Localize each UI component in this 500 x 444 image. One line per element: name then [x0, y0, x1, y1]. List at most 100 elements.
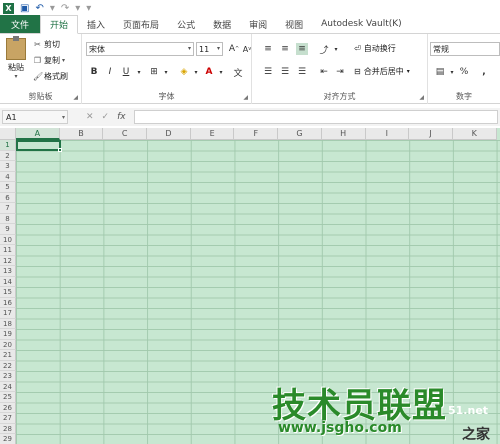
- borders-button[interactable]: ⊞: [148, 66, 160, 78]
- chevron-down-icon[interactable]: ▾: [62, 114, 65, 121]
- clipboard-launcher-icon[interactable]: ◢: [73, 94, 78, 101]
- row-header-26[interactable]: 26: [0, 402, 16, 413]
- row-header-14[interactable]: 14: [0, 276, 16, 287]
- column-header-c[interactable]: C: [103, 128, 148, 140]
- borders-dropdown-icon[interactable]: ▾: [160, 66, 172, 78]
- column-header-f[interactable]: F: [234, 128, 279, 140]
- column-header-i[interactable]: I: [365, 128, 410, 140]
- orientation-button[interactable]: ⤴: [318, 43, 330, 56]
- save-icon[interactable]: ▣: [20, 3, 29, 14]
- customize-qat-icon[interactable]: ▾: [86, 3, 91, 14]
- row-header-8[interactable]: 8: [0, 213, 16, 224]
- row-header-22[interactable]: 22: [0, 360, 16, 371]
- tab-review[interactable]: 审阅: [240, 15, 276, 33]
- font-launcher-icon[interactable]: ◢: [243, 94, 248, 101]
- number-format-select[interactable]: 常规: [430, 42, 500, 56]
- format-painter-button[interactable]: 🖌 格式刷: [33, 70, 68, 82]
- row-header-13[interactable]: 13: [0, 266, 16, 277]
- align-bottom-button[interactable]: ≡: [296, 43, 308, 55]
- tab-view[interactable]: 视图: [276, 15, 312, 33]
- row-header-17[interactable]: 17: [0, 308, 16, 319]
- font-color-dropdown-icon[interactable]: ▾: [215, 66, 227, 78]
- undo-icon[interactable]: ↶: [35, 3, 43, 14]
- align-center-button[interactable]: ☰: [279, 66, 291, 78]
- row-header-24[interactable]: 24: [0, 381, 16, 392]
- column-header-d[interactable]: D: [147, 128, 191, 140]
- tab-file[interactable]: 文件: [0, 15, 41, 33]
- paste-button[interactable]: 粘贴 ▾: [4, 36, 28, 82]
- paste-dropdown-icon[interactable]: ▾: [4, 73, 28, 80]
- row-header-1[interactable]: 1: [0, 140, 16, 151]
- insert-function-icon[interactable]: fx: [117, 112, 126, 122]
- cut-button[interactable]: ✂ 剪切: [33, 38, 60, 50]
- selected-cell-a1[interactable]: [16, 140, 61, 151]
- underline-button[interactable]: U: [120, 66, 132, 78]
- fill-handle[interactable]: [58, 148, 62, 152]
- merge-center-button[interactable]: ⊟ 合并后居中 ▾: [354, 66, 410, 77]
- row-header-3[interactable]: 3: [0, 161, 16, 172]
- row-header-21[interactable]: 21: [0, 350, 16, 361]
- undo-dropdown-icon[interactable]: ▾: [50, 3, 55, 14]
- tab-autodesk-vault[interactable]: Autodesk Vault(K): [312, 15, 411, 33]
- align-left-button[interactable]: ☰: [262, 66, 274, 78]
- accounting-dropdown-icon[interactable]: ▾: [446, 66, 458, 78]
- column-header-g[interactable]: G: [278, 128, 322, 140]
- tab-home[interactable]: 开始: [40, 15, 79, 34]
- wrap-text-button[interactable]: ⏎ 自动换行: [354, 43, 396, 54]
- fill-color-button[interactable]: ◈: [178, 66, 190, 78]
- underline-dropdown-icon[interactable]: ▾: [133, 66, 145, 78]
- row-header-15[interactable]: 15: [0, 287, 16, 298]
- font-size-select[interactable]: 11 ▾: [196, 42, 223, 56]
- row-header-29[interactable]: 29: [0, 434, 16, 444]
- column-header-e[interactable]: E: [190, 128, 235, 140]
- row-header-19[interactable]: 19: [0, 329, 16, 340]
- copy-button[interactable]: ❐ 复制 ▾: [33, 54, 65, 66]
- copy-dropdown-icon[interactable]: ▾: [62, 57, 65, 64]
- accounting-format-button[interactable]: ▤: [434, 66, 446, 78]
- select-all-corner[interactable]: [0, 128, 16, 140]
- fill-color-dropdown-icon[interactable]: ▾: [190, 66, 202, 78]
- align-right-button[interactable]: ☰: [296, 66, 308, 78]
- tab-data[interactable]: 数据: [204, 15, 240, 33]
- comma-button[interactable]: ,: [478, 66, 490, 78]
- alignment-launcher-icon[interactable]: ◢: [419, 94, 424, 101]
- tab-page-layout[interactable]: 页面布局: [114, 15, 168, 33]
- row-header-18[interactable]: 18: [0, 318, 16, 329]
- column-header-b[interactable]: B: [59, 128, 104, 140]
- row-header-28[interactable]: 28: [0, 423, 16, 434]
- tab-insert[interactable]: 插入: [78, 15, 114, 33]
- font-color-button[interactable]: A: [203, 66, 215, 78]
- row-header-6[interactable]: 6: [0, 192, 16, 203]
- column-header-a[interactable]: A: [16, 128, 60, 140]
- row-header-16[interactable]: 16: [0, 297, 16, 308]
- grow-font-button[interactable]: A ^: [228, 43, 240, 55]
- column-header-h[interactable]: H: [321, 128, 366, 140]
- align-middle-button[interactable]: ≡: [279, 43, 291, 55]
- name-box[interactable]: A1 ▾: [2, 110, 68, 124]
- redo-icon[interactable]: ↷: [61, 3, 69, 14]
- row-header-11[interactable]: 11: [0, 245, 16, 256]
- percent-button[interactable]: %: [458, 66, 470, 78]
- phonetic-button[interactable]: 文: [232, 66, 244, 79]
- row-header-23[interactable]: 23: [0, 371, 16, 382]
- decrease-indent-button[interactable]: ⇤: [318, 66, 330, 78]
- bold-button[interactable]: B: [88, 66, 100, 78]
- align-top-button[interactable]: ≡: [262, 43, 274, 55]
- column-header-j[interactable]: J: [409, 128, 453, 140]
- column-header-k[interactable]: K: [452, 128, 497, 140]
- row-header-5[interactable]: 5: [0, 182, 16, 193]
- row-header-25[interactable]: 25: [0, 392, 16, 403]
- tab-formulas[interactable]: 公式: [168, 15, 204, 33]
- orientation-dropdown-icon[interactable]: ▾: [330, 43, 342, 55]
- row-header-9[interactable]: 9: [0, 224, 16, 235]
- row-header-2[interactable]: 2: [0, 150, 16, 161]
- row-header-4[interactable]: 4: [0, 171, 16, 182]
- font-name-select[interactable]: 宋体 ▾: [86, 42, 194, 56]
- redo-dropdown-icon[interactable]: ▾: [75, 3, 80, 14]
- enter-icon[interactable]: ✓: [102, 112, 110, 122]
- italic-button[interactable]: I: [104, 66, 116, 78]
- row-header-10[interactable]: 10: [0, 234, 16, 245]
- row-header-27[interactable]: 27: [0, 413, 16, 424]
- merge-dropdown-icon[interactable]: ▾: [407, 68, 410, 75]
- increase-indent-button[interactable]: ⇥: [334, 66, 346, 78]
